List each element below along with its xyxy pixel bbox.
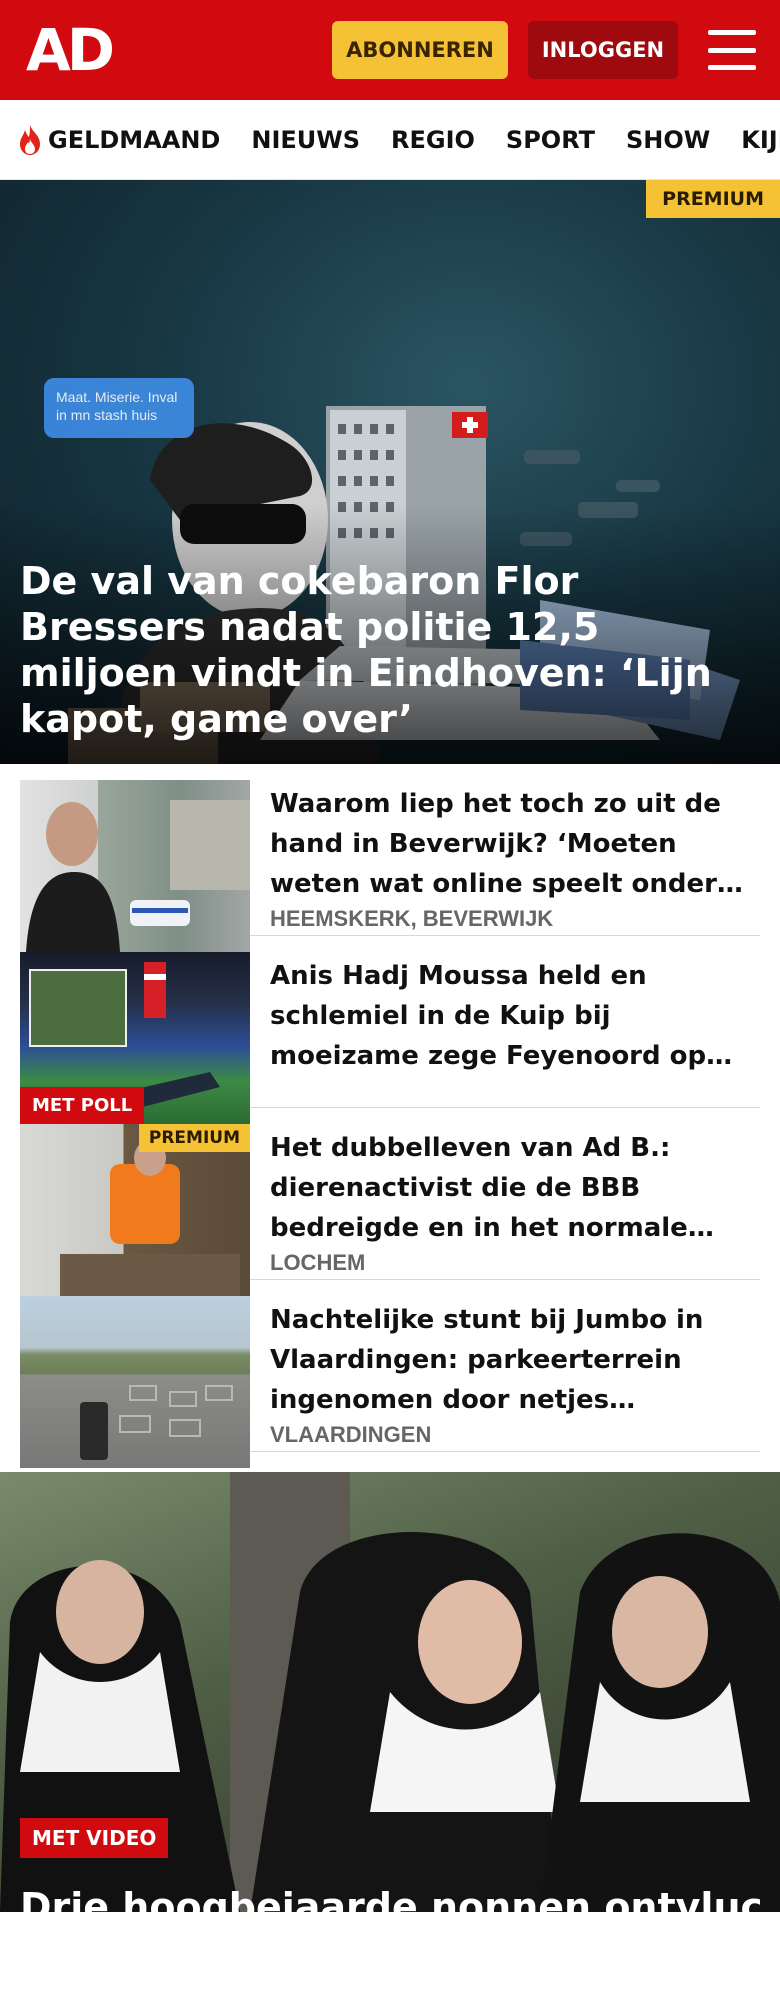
- hero2-title[interactable]: Drie hoogbejaarde nonnen ontvluch-: [20, 1884, 760, 1912]
- article-text: Anis Hadj Moussa held en schlemiel in de…: [270, 956, 760, 1087]
- video-tag: MET VIDEO: [20, 1818, 169, 1858]
- article-title[interactable]: Waarom liep het toch zo uit de hand in B…: [270, 784, 760, 904]
- video-article[interactable]: MET VIDEO Drie hoogbejaarde nonnen ontvl…: [0, 1472, 780, 1912]
- article-thumbnail: [20, 1296, 250, 1468]
- article-text: Het dubbelleven van Ad B.: dierenactivis…: [270, 1128, 760, 1275]
- list-item[interactable]: MET POLL Anis Hadj Moussa held en schlem…: [20, 936, 760, 1124]
- article-location: LOCHEM: [270, 1250, 366, 1275]
- article-thumbnail: PREMIUM: [20, 1124, 250, 1296]
- nav-item-geldmaand[interactable]: GELDMAAND: [16, 124, 220, 156]
- article-thumbnail: [20, 780, 250, 952]
- chat-bubble: Maat. Miserie. Inval in mn stash huis: [44, 378, 194, 438]
- article-title[interactable]: Anis Hadj Moussa held en schlemiel in de…: [270, 956, 760, 1076]
- list-item[interactable]: Waarom liep het toch zo uit de hand in B…: [20, 764, 760, 952]
- article-location: VLAARDINGEN: [270, 1422, 432, 1447]
- nav-item-show[interactable]: SHOW: [626, 126, 710, 154]
- premium-tag: PREMIUM: [138, 1124, 250, 1152]
- article-list: Waarom liep het toch zo uit de hand in B…: [0, 764, 780, 1468]
- menu-line: [708, 65, 756, 70]
- article-location: HEEMSKERK, BEVERWIJK: [270, 906, 554, 931]
- poll-tag: MET POLL: [20, 1087, 145, 1124]
- article-thumbnail: MET POLL: [20, 952, 250, 1124]
- nav-item-nieuws[interactable]: NIEUWS: [251, 126, 360, 154]
- flame-icon: [20, 124, 40, 155]
- nav-item-sport[interactable]: SPORT: [506, 126, 595, 154]
- menu-line: [708, 47, 756, 53]
- login-button[interactable]: INLOGGEN: [528, 21, 678, 79]
- nav-item-regio[interactable]: REGIO: [391, 126, 475, 154]
- list-item[interactable]: Nachtelijke stunt bij Jumbo in Vlaarding…: [20, 1280, 760, 1468]
- top-header: AD ABONNEREN INLOGGEN: [0, 0, 780, 100]
- subscribe-button[interactable]: ABONNEREN: [332, 21, 508, 79]
- hero-article[interactable]: Maat. Miserie. Inval in mn stash huis PR…: [0, 180, 780, 764]
- menu-line: [708, 30, 756, 35]
- premium-badge: PREMIUM: [646, 180, 780, 218]
- list-item[interactable]: PREMIUM Het dubbelleven van Ad B.: diere…: [20, 1108, 760, 1296]
- section-nav: GELDMAAND NIEUWS REGIO SPORT SHOW KIJK: [0, 100, 780, 180]
- article-text: Nachtelijke stunt bij Jumbo in Vlaarding…: [270, 1300, 760, 1447]
- ad-logo[interactable]: AD: [26, 21, 115, 79]
- article-text: Waarom liep het toch zo uit de hand in B…: [270, 784, 760, 931]
- thumbnail-scene: [26, 800, 250, 952]
- thumbnail-scene: [80, 1385, 233, 1460]
- article-title[interactable]: Het dubbelleven van Ad B.: dierenactivis…: [270, 1128, 760, 1248]
- nav-item-kijk[interactable]: KIJK: [741, 126, 780, 154]
- hero-title[interactable]: De val van cokebaron Flor Bressers nadat…: [20, 558, 760, 742]
- article-title[interactable]: Nachtelijke stunt bij Jumbo in Vlaarding…: [270, 1300, 760, 1420]
- nav-item-label: GELDMAAND: [48, 125, 221, 154]
- hamburger-menu-icon[interactable]: [708, 30, 756, 70]
